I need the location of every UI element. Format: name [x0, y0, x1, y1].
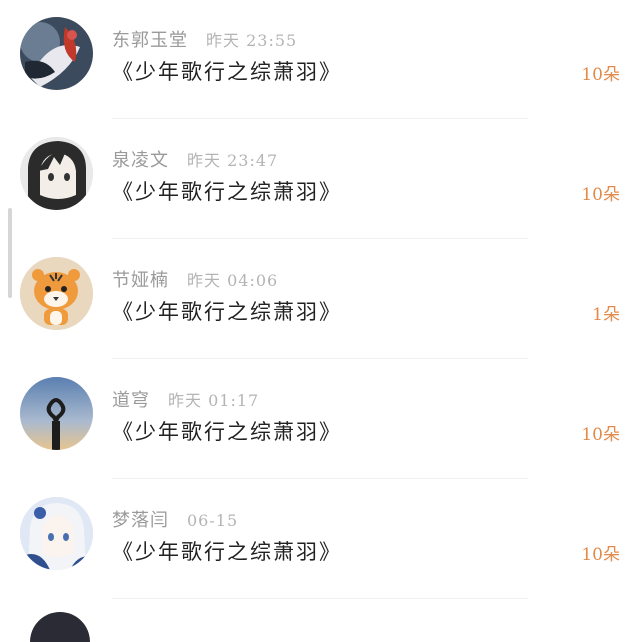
- avatar[interactable]: [20, 257, 93, 330]
- timestamp: 06-15: [187, 511, 239, 530]
- user-name-text[interactable]: 梦落闫: [112, 510, 169, 531]
- flower-count: 10朵: [581, 185, 620, 205]
- book-title[interactable]: 《少年歌行之综萧羽》: [112, 416, 342, 446]
- tiger-avatar-icon: [20, 257, 93, 330]
- divider: [112, 478, 528, 479]
- user-name[interactable]: 道穹 昨天 01:17: [112, 386, 259, 412]
- user-name[interactable]: 节娅楠 昨天 04:06: [112, 266, 278, 292]
- anime-girl-avatar-icon: [20, 137, 93, 210]
- heart-sky-avatar-icon: [20, 377, 93, 450]
- divider: [112, 118, 528, 119]
- user-name[interactable]: 梦落闫 06-15: [112, 506, 238, 532]
- user-name-text[interactable]: 道穹: [112, 390, 150, 411]
- book-title[interactable]: 《少年歌行之综萧羽》: [112, 536, 342, 566]
- flower-count: 10朵: [581, 545, 620, 565]
- user-name-text[interactable]: 节娅楠: [112, 270, 169, 291]
- list-item[interactable]: 梦落闫 06-15 《少年歌行之综萧羽》 10朵: [0, 480, 640, 600]
- divider: [112, 238, 528, 239]
- divider: [112, 598, 528, 599]
- user-name[interactable]: 泉凌文 昨天 23:47: [112, 146, 278, 172]
- user-name-text[interactable]: 东郭玉堂: [112, 30, 188, 51]
- timestamp: 昨天 01:17: [168, 391, 260, 410]
- timestamp: 昨天 23:55: [206, 31, 298, 50]
- timestamp: 昨天 23:47: [187, 151, 279, 170]
- list-item[interactable]: 东郭玉堂 昨天 23:55 《少年歌行之综萧羽》 10朵: [0, 0, 640, 120]
- anime-white-hair-avatar-icon: [20, 497, 93, 570]
- flower-count: 1朵: [592, 305, 620, 325]
- avatar[interactable]: [30, 612, 90, 642]
- user-name-text[interactable]: 泉凌文: [112, 150, 169, 171]
- book-title[interactable]: 《少年歌行之综萧羽》: [112, 176, 342, 206]
- ink-art-avatar-icon: [20, 17, 93, 90]
- book-title[interactable]: 《少年歌行之综萧羽》: [112, 296, 342, 326]
- avatar[interactable]: [20, 137, 93, 210]
- flower-count: 10朵: [581, 65, 620, 85]
- book-title[interactable]: 《少年歌行之综萧羽》: [112, 56, 342, 86]
- timestamp: 昨天 04:06: [187, 271, 279, 290]
- list-item[interactable]: 道穹 昨天 01:17 《少年歌行之综萧羽》 10朵: [0, 360, 640, 480]
- flower-count: 10朵: [581, 425, 620, 445]
- avatar[interactable]: [20, 377, 93, 450]
- list-item[interactable]: 节娅楠 昨天 04:06 《少年歌行之综萧羽》 1朵: [0, 240, 640, 360]
- avatar[interactable]: [20, 497, 93, 570]
- user-name[interactable]: 东郭玉堂 昨天 23:55: [112, 26, 297, 52]
- avatar[interactable]: [20, 17, 93, 90]
- comment-list: 东郭玉堂 昨天 23:55 《少年歌行之综萧羽》 10朵 泉凌文 昨天 23:47 …: [0, 0, 640, 642]
- divider: [112, 358, 528, 359]
- list-item[interactable]: 泉凌文 昨天 23:47 《少年歌行之综萧羽》 10朵: [0, 120, 640, 240]
